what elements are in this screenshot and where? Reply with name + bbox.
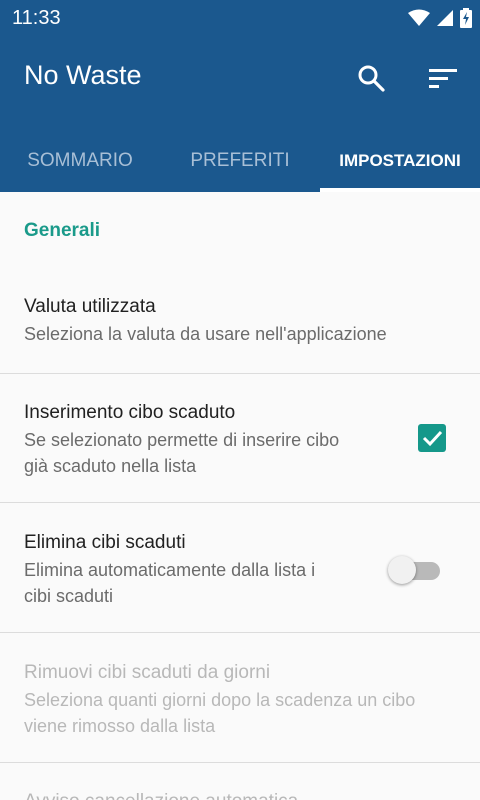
pref-summary: Seleziona quanti giorni dopo la scadenza… — [24, 690, 416, 710]
elimina-switch[interactable] — [388, 554, 442, 584]
battery-icon — [460, 8, 472, 28]
switch-thumb — [388, 556, 416, 584]
pref-summary: cibi scaduti — [24, 586, 114, 606]
tab-sommario[interactable]: SOMMARIO — [0, 130, 160, 192]
pref-title: Inserimento cibo scaduto — [24, 402, 236, 423]
tab-preferiti[interactable]: PREFERITI — [160, 130, 320, 192]
check-icon — [422, 430, 443, 447]
app-bar: 11:33 No Waste SOMMARIO PREFERITI IMPOST… — [0, 0, 480, 192]
pref-title: Rimuovi cibi scaduti da giorni — [24, 662, 271, 683]
pref-summary: già scaduto nella lista — [24, 456, 197, 476]
search-icon — [358, 65, 385, 92]
pref-rimuovi-giorni: Rimuovi cibi scaduti da giorni Seleziona… — [0, 633, 480, 762]
tab-bar: SOMMARIO PREFERITI IMPOSTAZIONI — [0, 130, 480, 192]
pref-inserimento-scaduto[interactable]: Inserimento cibo scaduto Se selezionato … — [0, 374, 480, 502]
pref-title: Avviso cancellazione automatica — [24, 791, 298, 800]
pref-summary: viene rimosso dalla lista — [24, 716, 216, 736]
pref-summary: Elimina automaticamente dalla lista i — [24, 560, 316, 580]
signal-icon — [437, 10, 453, 26]
pref-title: Elimina cibi scaduti — [24, 532, 186, 553]
pref-summary: Se selezionato permette di inserire cibo — [24, 430, 340, 450]
status-time: 11:33 — [12, 7, 61, 29]
status-icons — [402, 8, 472, 28]
section-header: Generali — [24, 220, 101, 241]
app-title: No Waste — [24, 60, 142, 90]
search-button[interactable] — [349, 56, 393, 100]
sort-icon — [429, 69, 457, 88]
pref-summary: Seleziona la valuta da usare nell'applic… — [24, 324, 387, 344]
tab-indicator — [320, 188, 480, 192]
status-bar: 11:33 — [0, 0, 480, 36]
pref-title: Valuta utilizzata — [24, 296, 156, 317]
tab-impostazioni[interactable]: IMPOSTAZIONI — [320, 130, 480, 192]
wifi-icon — [408, 9, 430, 26]
pref-valuta[interactable]: Valuta utilizzata Seleziona la valuta da… — [0, 272, 480, 373]
sort-button[interactable] — [421, 56, 465, 100]
inserimento-checkbox[interactable] — [418, 424, 446, 452]
pref-avviso-cancellazione: Avviso cancellazione automatica — [0, 763, 480, 800]
